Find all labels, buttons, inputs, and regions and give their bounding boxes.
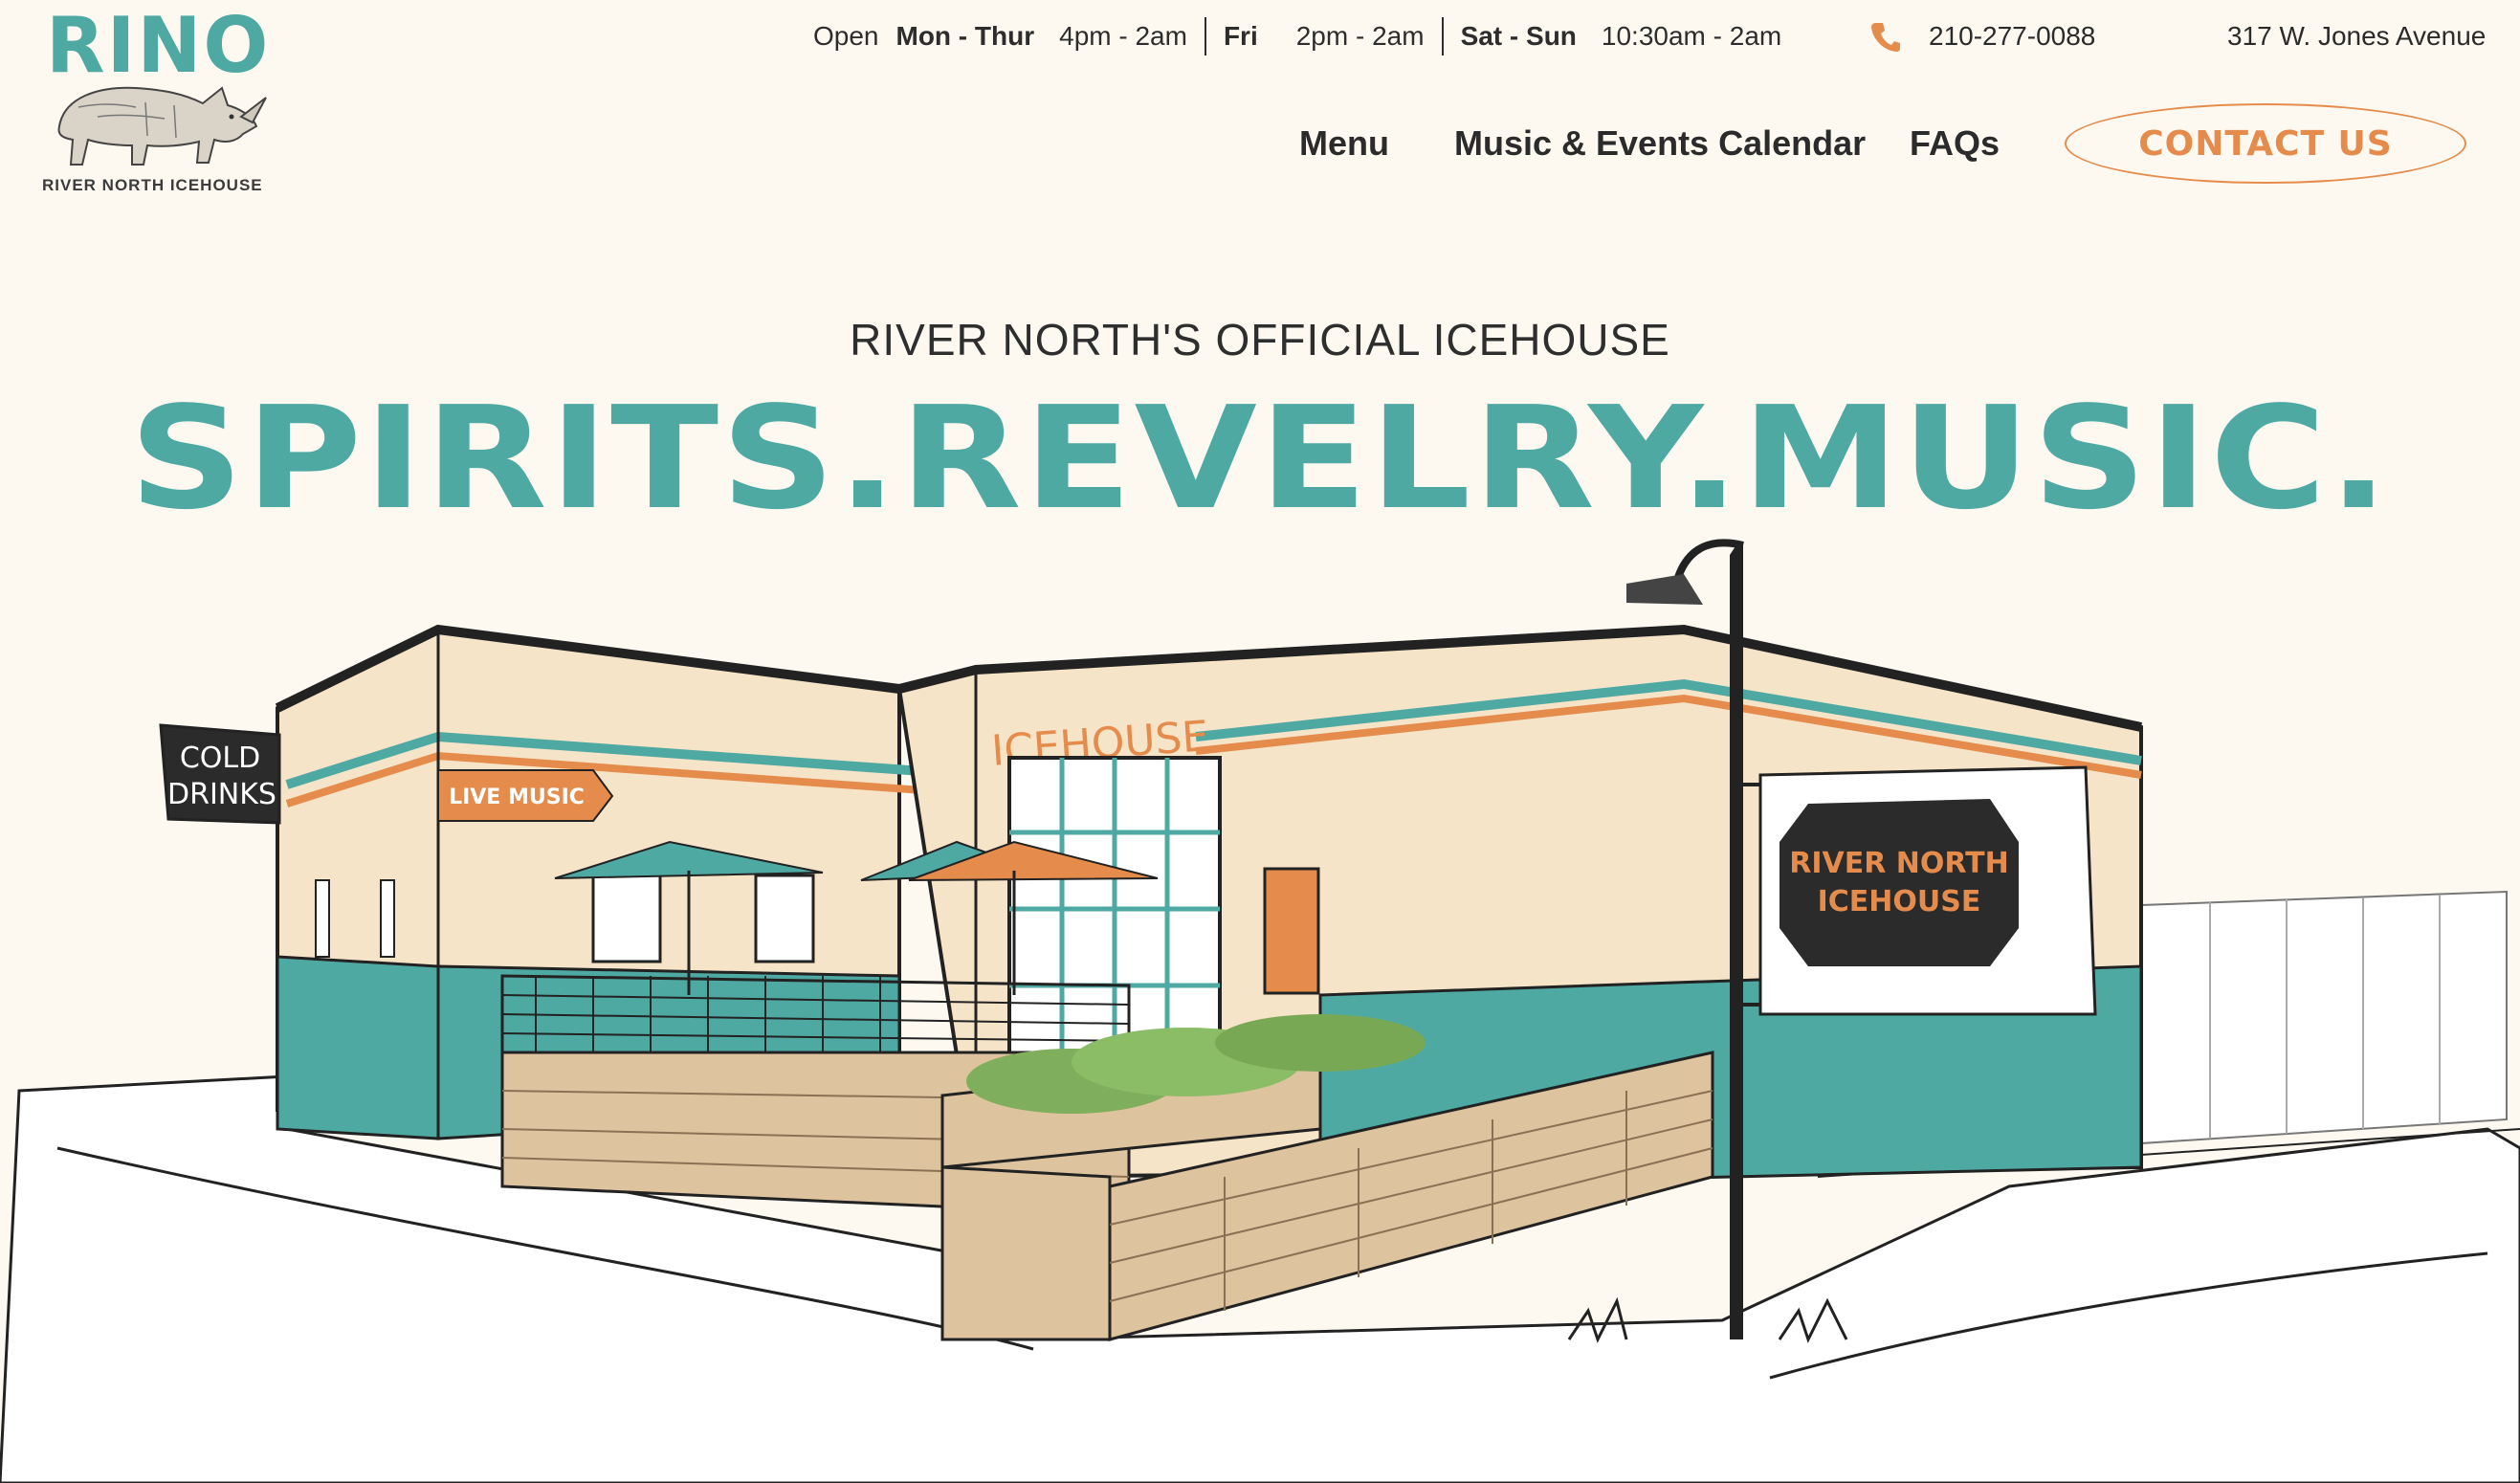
nav-music-events-link[interactable]: Music & Events Calendar — [1454, 117, 1866, 170]
hours-divider — [1441, 17, 1444, 55]
hours-days-1: Mon - Thur — [895, 21, 1035, 51]
hero-headline: SPIRITS.REVELRY.MUSIC. — [129, 376, 2391, 541]
hero-tagline: RIVER NORTH'S OFFICIAL ICEHOUSE — [850, 315, 1670, 365]
opening-hours: Open Mon - Thur 4pm - 2am Fri 2pm - 2am … — [813, 17, 1799, 55]
address[interactable]: 317 W. Jones Avenue — [2227, 17, 2486, 55]
icehouse-illustration: COLD DRINKS LIVE MUSIC ICEHOUSE RIVER NO… — [0, 539, 2520, 1483]
hours-time-3: 10:30am - 2am — [1601, 21, 1782, 51]
nav-menu-link[interactable]: Menu — [1299, 117, 1389, 170]
rhino-icon — [57, 86, 267, 166]
brand-subtitle: RIVER NORTH ICEHOUSE — [42, 176, 263, 194]
phone-icon — [1871, 23, 1900, 52]
sign-cold-line1: COLD — [180, 742, 260, 775]
hours-open-label: Open — [813, 21, 879, 51]
hours-divider — [1204, 17, 1206, 55]
phone-link[interactable]: 210-277-0088 — [1871, 17, 2095, 55]
hours-days-2: Fri — [1223, 21, 1258, 51]
hours-time-1: 4pm - 2am — [1059, 21, 1187, 51]
contact-us-button[interactable]: CONTACT US — [2065, 103, 2466, 184]
sign-river-north-line1: RIVER NORTH — [1789, 847, 2008, 880]
brand-logo[interactable]: RINO RIVER NORTH ICEHOUSE — [40, 8, 270, 199]
hours-time-2: 2pm - 2am — [1295, 21, 1425, 51]
sign-cold-line2: DRINKS — [167, 778, 276, 811]
sign-live-music: LIVE MUSIC — [449, 786, 585, 809]
sign-river-north-line2: ICEHOUSE — [1818, 885, 1981, 919]
nav-faqs-link[interactable]: FAQs — [1910, 117, 2000, 170]
hours-days-3: Sat - Sun — [1460, 21, 1577, 51]
phone-number: 210-277-0088 — [1929, 21, 2096, 51]
